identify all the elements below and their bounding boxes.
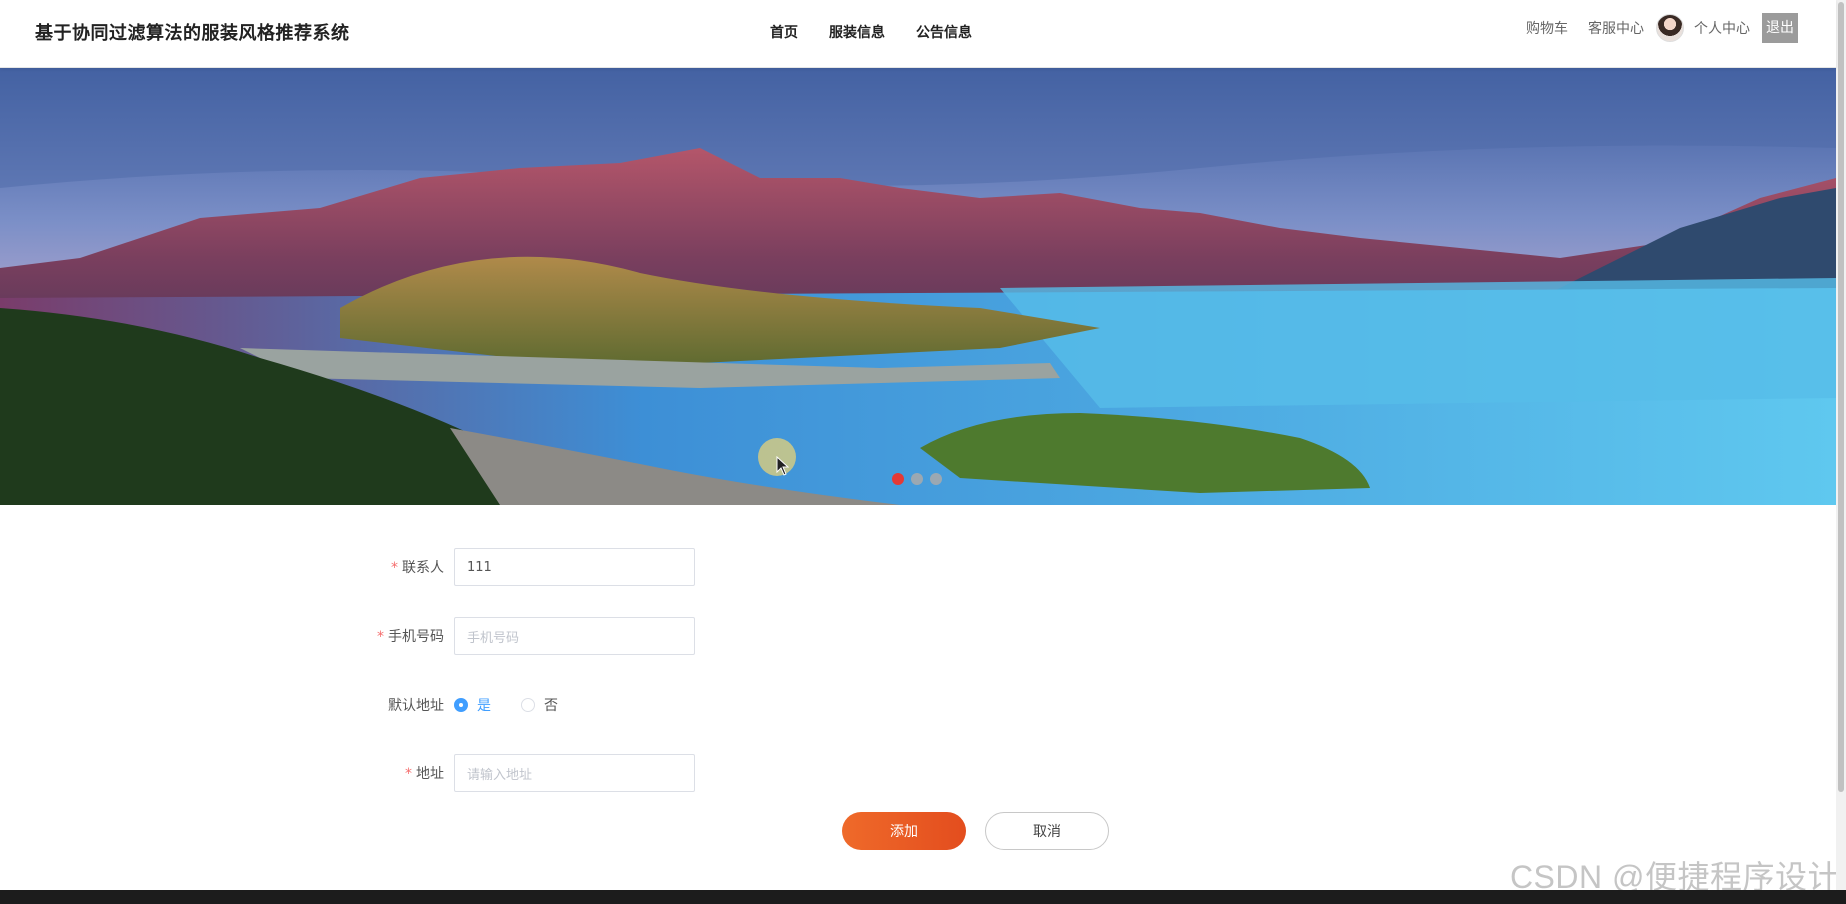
carousel-indicators [892,473,942,485]
contact-row: * 联系人 111 [340,548,695,586]
user-area: 购物车 客服中心 个人中心 退出 [1506,13,1798,43]
default-address-row: 默认地址 是 否 [340,686,588,724]
mouse-cursor-icon [776,456,790,476]
address-row: * 地址 请输入地址 [340,754,695,792]
site-title: 基于协同过滤算法的服装风格推荐系统 [35,23,350,44]
scrollbar-thumb[interactable] [1838,2,1844,792]
address-input[interactable]: 请输入地址 [454,754,695,792]
add-button[interactable]: 添加 [842,812,966,850]
radio-no[interactable]: 否 [521,695,558,715]
default-address-radio-group: 是 否 [454,695,588,715]
radio-yes-label: 是 [477,698,491,714]
phone-input[interactable]: 手机号码 [454,617,695,655]
radio-yes[interactable]: 是 [454,695,491,715]
phone-label: * 手机号码 [377,629,444,645]
radio-yes-circle[interactable] [454,698,468,712]
radio-no-label: 否 [544,698,558,714]
radio-no-circle[interactable] [521,698,535,712]
top-header: 基于协同过滤算法的服装风格推荐系统 首页 服装信息 公告信息 购物车 客服中心 … [0,0,1836,68]
contact-label: * 联系人 [391,560,444,576]
logout-button[interactable]: 退出 [1762,13,1798,43]
banner-image [0,68,1836,505]
carousel-dot-3[interactable] [930,473,942,485]
cart-link[interactable]: 购物车 [1526,18,1568,38]
profile-link[interactable]: 个人中心 [1694,18,1750,38]
cancel-button[interactable]: 取消 [985,812,1109,850]
nav-home[interactable]: 首页 [770,22,798,42]
service-center-link[interactable]: 客服中心 [1588,18,1644,38]
phone-row: * 手机号码 手机号码 [340,617,695,655]
carousel-dot-2[interactable] [911,473,923,485]
carousel-dot-1[interactable] [892,473,904,485]
default-address-label: 默认地址 [388,698,444,714]
main-nav: 首页 服装信息 公告信息 [770,22,972,42]
address-label: * 地址 [405,766,444,782]
banner-carousel[interactable] [0,68,1836,505]
nav-clothing-info[interactable]: 服装信息 [829,22,885,42]
footer-bar [0,890,1846,904]
nav-announcements[interactable]: 公告信息 [916,22,972,42]
contact-input[interactable]: 111 [454,548,695,586]
avatar[interactable] [1656,14,1684,42]
